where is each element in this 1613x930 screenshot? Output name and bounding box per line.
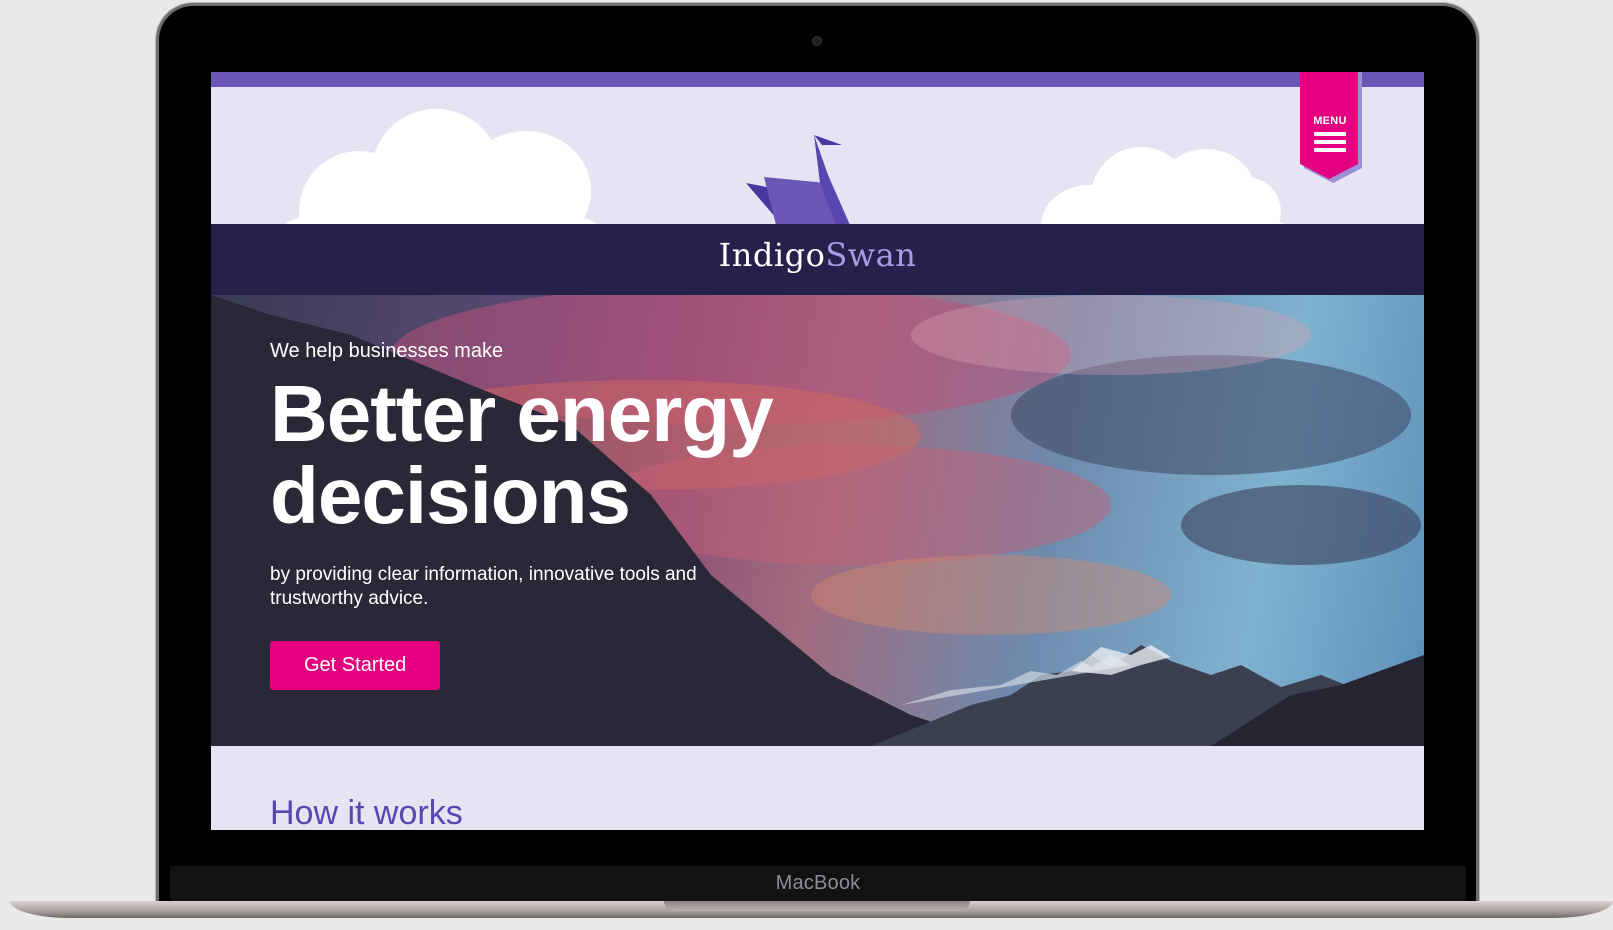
hero-copy: We help businesses make Better energy de…	[270, 340, 774, 690]
how-it-works-section: How it works	[211, 746, 1424, 830]
webcam-icon	[812, 36, 822, 46]
menu-label: MENU	[1313, 115, 1347, 127]
swan-logo-icon	[746, 135, 850, 225]
logo-band: IndigoSwan	[211, 224, 1424, 295]
bottom-bezel: MacBook	[170, 866, 1466, 901]
hero-subtitle: by providing clear information, innovati…	[270, 564, 697, 609]
menu-ribbon-shape	[1300, 72, 1362, 183]
site-logo[interactable]: IndigoSwan	[211, 236, 1424, 274]
laptop-notch	[664, 901, 970, 911]
get-started-button[interactable]: Get Started	[270, 641, 441, 690]
logo-part-swan: Swan	[825, 236, 917, 274]
hamburger-icon	[1314, 132, 1346, 156]
hero-title-line: Better energy	[270, 369, 774, 458]
menu-button[interactable]: MENU	[1300, 72, 1362, 183]
hero-section: We help businesses make Better energy de…	[211, 295, 1424, 746]
section-title: How it works	[270, 794, 463, 830]
logo-part-indigo: Indigo	[718, 236, 826, 274]
top-accent-bar	[211, 72, 1424, 87]
device-brand-label: MacBook	[775, 872, 861, 894]
hero-kicker: We help businesses make	[270, 340, 504, 362]
hero-title: Better energy decisions	[270, 369, 774, 540]
browser-screen: MENU IndigoSwan We help businesses make	[211, 72, 1424, 830]
hero-title-line: decisions	[270, 451, 631, 540]
